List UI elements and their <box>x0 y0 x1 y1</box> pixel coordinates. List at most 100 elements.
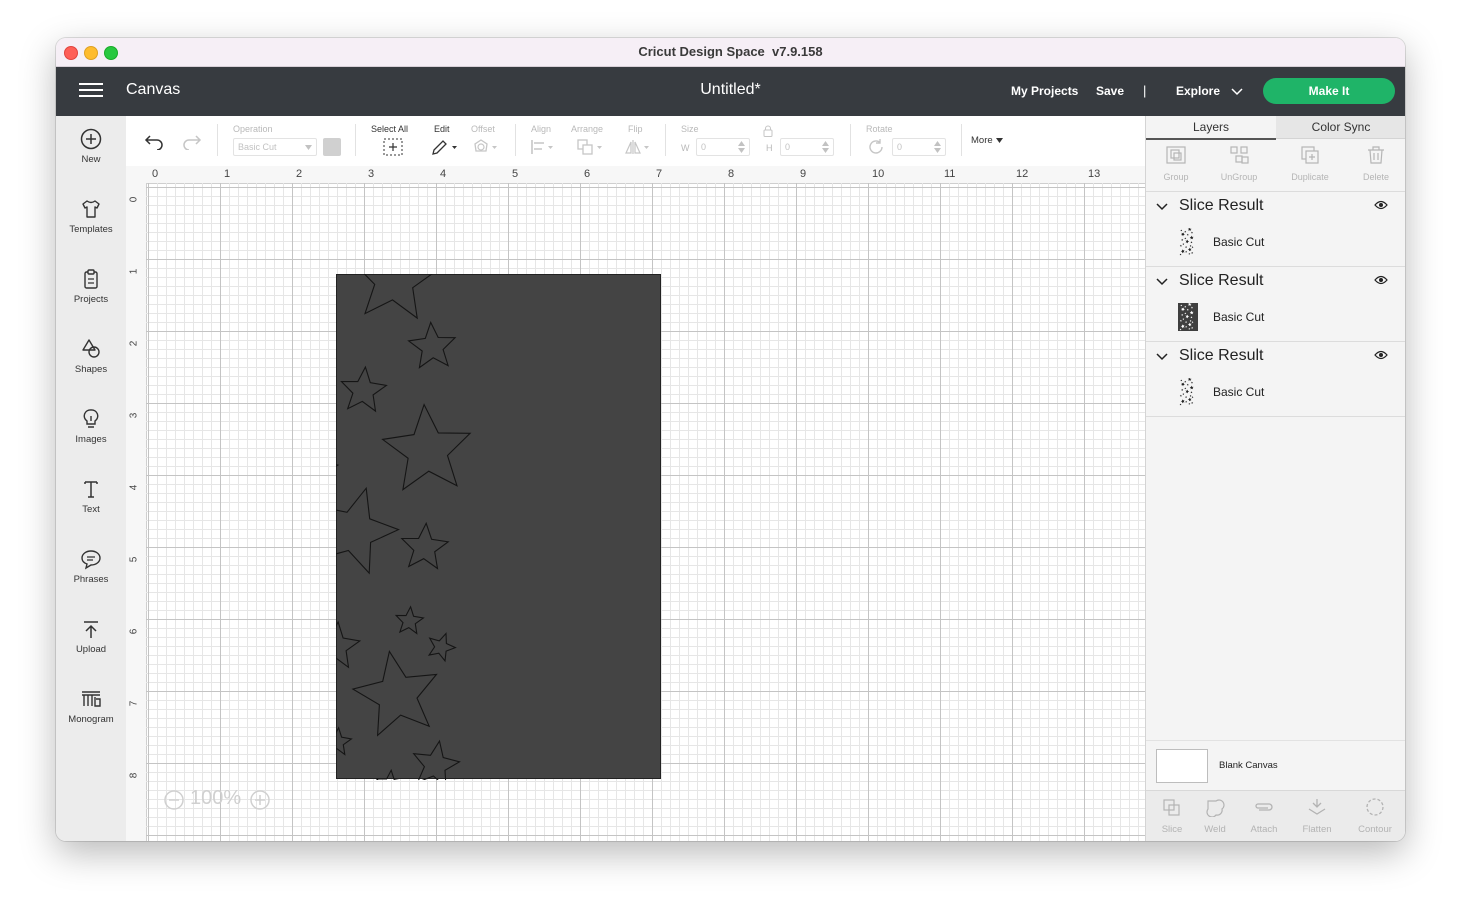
zoom-in-icon[interactable] <box>250 790 270 810</box>
lock-icon[interactable] <box>763 125 773 137</box>
redo-icon[interactable] <box>182 134 202 150</box>
title-bar: Cricut Design Space v7.9.158 <box>56 38 1405 67</box>
zoom-level: 100% <box>190 787 242 809</box>
thumbnail-star <box>1189 385 1194 390</box>
layer-group-title: Slice Result <box>1179 272 1264 289</box>
edit-toolbar: Operation Basic Cut Select All Edit Offs… <box>126 116 1145 167</box>
offset-icon[interactable] <box>472 138 500 156</box>
flatten-button[interactable]: Flatten <box>1291 797 1343 835</box>
nav-text-label: Text <box>82 504 100 515</box>
canvas-color-swatch[interactable] <box>1156 749 1208 783</box>
group-label: Group <box>1163 172 1189 182</box>
thumbnail-star <box>1185 400 1188 403</box>
ruler-tick-label: 6 <box>584 168 591 180</box>
nav-projects[interactable]: Projects <box>56 268 126 328</box>
toolbar-divider <box>665 124 666 156</box>
nav-images-label: Images <box>75 434 107 445</box>
arrange-icon[interactable] <box>576 138 606 156</box>
chevron-down-icon[interactable] <box>1156 278 1168 286</box>
stepper-icon[interactable] <box>822 141 829 153</box>
group-button[interactable]: Group <box>1146 145 1206 182</box>
pencil-icon[interactable] <box>430 138 458 156</box>
thumbnail-star <box>1180 229 1183 232</box>
ruler-tick-label: 1 <box>224 168 231 180</box>
nav-templates[interactable]: Templates <box>56 198 126 258</box>
nav-new[interactable]: New <box>56 128 126 188</box>
chevron-down-icon[interactable] <box>1156 203 1168 211</box>
nav-images[interactable]: Images <box>56 408 126 468</box>
height-value: 0 <box>785 142 791 152</box>
blank-canvas-row: Blank Canvas <box>1146 740 1405 791</box>
flip-icon[interactable] <box>624 138 652 156</box>
nav-text[interactable]: Text <box>56 478 126 538</box>
contour-button[interactable]: Contour <box>1349 797 1401 835</box>
attach-button[interactable]: Attach <box>1238 797 1290 835</box>
nav-projects-label: Projects <box>73 294 109 305</box>
stepper-icon[interactable] <box>738 141 745 153</box>
layer-thumbnail <box>1179 378 1194 406</box>
duplicate-button[interactable]: Duplicate <box>1280 145 1340 182</box>
rotate-input[interactable]: 0 <box>892 138 946 156</box>
more-menu[interactable]: More <box>971 135 1004 146</box>
align-icon[interactable] <box>530 138 558 156</box>
chevron-down-icon[interactable] <box>1156 353 1168 361</box>
layer-group-title: Slice Result <box>1179 347 1264 364</box>
ungroup-button[interactable]: UnGroup <box>1209 145 1269 182</box>
make-it-button[interactable]: Make It <box>1263 78 1395 104</box>
explore-menu[interactable]: Explore <box>1176 84 1243 98</box>
height-label: H <box>766 143 773 153</box>
width-input[interactable]: 0 <box>696 138 750 156</box>
thumbnail-star <box>1179 244 1182 247</box>
undo-icon[interactable] <box>144 134 164 150</box>
design-canvas[interactable]: 0 1 2 3 4 5 6 7 8 9 10 11 12 13 012345678 100% <box>126 166 1145 841</box>
eye-icon[interactable] <box>1374 350 1388 360</box>
thumbnail-star <box>1187 397 1192 402</box>
nav-upload[interactable]: Upload <box>56 618 126 678</box>
tab-color-sync[interactable]: Color Sync <box>1276 116 1405 139</box>
select-all-icon[interactable] <box>383 138 403 156</box>
plus-circle-icon <box>80 128 102 150</box>
weld-button[interactable]: Weld <box>1189 797 1241 835</box>
layer-thumbnail <box>1179 228 1194 256</box>
width-label: W <box>681 143 690 153</box>
height-input[interactable]: 0 <box>780 138 834 156</box>
thumbnail-star <box>1189 235 1194 240</box>
delete-button[interactable]: Delete <box>1346 145 1405 182</box>
layer-group[interactable]: Slice Result Basic Cut <box>1146 267 1405 342</box>
operation-value: Basic Cut <box>238 142 277 152</box>
stepper-icon[interactable] <box>934 141 941 153</box>
paperclip-icon <box>1255 803 1273 811</box>
save-button[interactable]: Save <box>1096 84 1124 98</box>
more-label: More <box>971 135 993 146</box>
hamburger-menu-icon[interactable] <box>79 83 104 99</box>
trash-icon <box>1368 146 1384 164</box>
rotate-label: Rotate <box>866 124 893 134</box>
rotate-icon[interactable] <box>867 138 885 156</box>
eye-icon[interactable] <box>1374 275 1388 285</box>
nav-shapes-label: Shapes <box>74 364 108 375</box>
nav-templates-label: Templates <box>69 224 113 235</box>
eye-icon[interactable] <box>1374 200 1388 210</box>
weld-label: Weld <box>1204 824 1226 835</box>
thumbnail-star <box>1191 396 1194 399</box>
lightbulb-icon <box>83 409 99 428</box>
color-swatch[interactable] <box>323 138 341 156</box>
layer-group[interactable]: Slice Result Basic Cut <box>1146 192 1405 267</box>
zoom-out-icon[interactable] <box>164 790 184 810</box>
nav-shapes[interactable]: Shapes <box>56 338 126 398</box>
sliced-design[interactable] <box>336 274 662 780</box>
design-background-rect[interactable] <box>336 274 661 779</box>
thumbnail-star <box>1187 247 1192 252</box>
thumbnail-star <box>1184 237 1187 240</box>
select-all-label: Select All <box>371 124 409 134</box>
nav-monogram[interactable]: Monogram <box>56 688 126 748</box>
operation-select[interactable]: Basic Cut <box>233 138 317 156</box>
ruler-tick-label: 4 <box>128 484 140 491</box>
nav-phrases[interactable]: Phrases <box>56 548 126 608</box>
my-projects-link[interactable]: My Projects <box>1011 84 1078 98</box>
tab-layers[interactable]: Layers <box>1146 116 1276 140</box>
explore-label: Explore <box>1176 84 1221 98</box>
toolbar-divider <box>850 124 851 156</box>
thumbnail-star <box>1180 379 1183 382</box>
layer-group[interactable]: Slice Result Basic Cut <box>1146 342 1405 417</box>
